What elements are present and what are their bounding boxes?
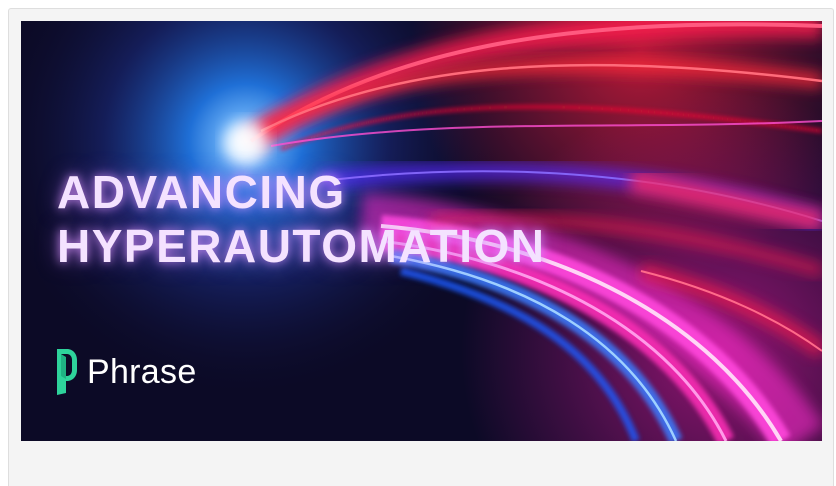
headline-line-2: HYPERAUTOMATION <box>57 220 546 272</box>
hero-banner-image: ADVANCING HYPERAUTOMATION Phrase <box>21 21 822 441</box>
phrase-logo-icon <box>57 349 77 395</box>
hero-headline: ADVANCING HYPERAUTOMATION <box>57 165 545 273</box>
brand-logo: Phrase <box>55 348 197 396</box>
brand-name: Phrase <box>87 353 197 391</box>
headline-line-1: ADVANCING <box>57 166 346 218</box>
